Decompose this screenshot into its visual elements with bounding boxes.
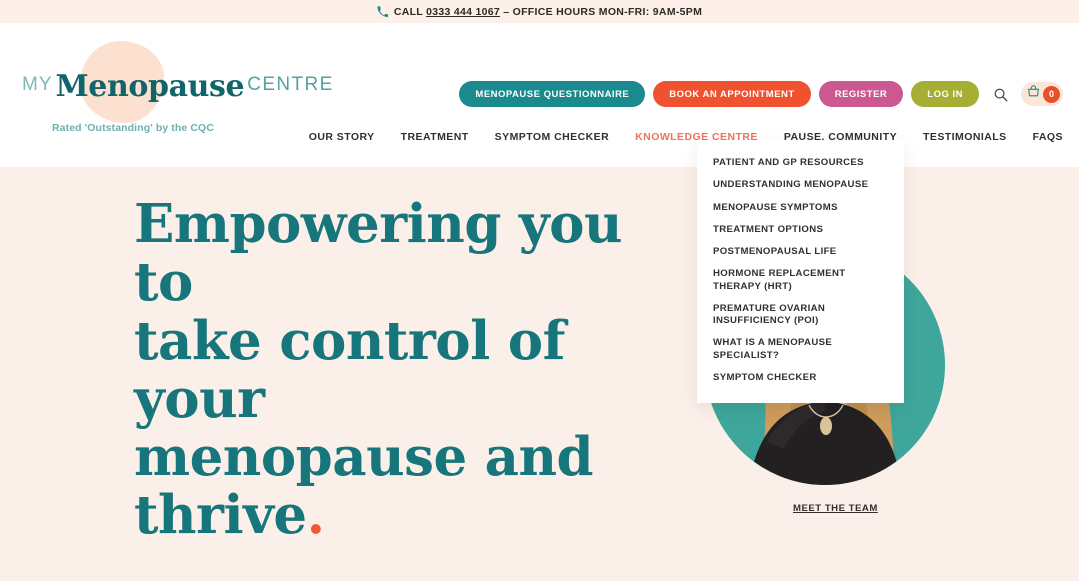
- cart-count-badge: 0: [1043, 85, 1060, 103]
- logo-word-my: MY: [22, 74, 53, 95]
- logo-word-menopause: Menopause: [55, 69, 245, 104]
- dropdown-item-patient-and-gp-resources[interactable]: PATIENT AND GP RESOURCES: [697, 152, 904, 174]
- page-title: Empowering you to take control of your m…: [134, 195, 654, 545]
- register-button[interactable]: REGISTER: [818, 81, 904, 107]
- phone-link[interactable]: 0333 444 1067: [426, 6, 500, 18]
- dropdown-item-what-is-a-menopause-specialist[interactable]: WHAT IS A MENOPAUSE SPECIALIST?: [697, 332, 904, 367]
- main-navigation: OUR STORY TREATMENT SYMPTOM CHECKER KNOW…: [309, 131, 1063, 143]
- dropdown-item-menopause-symptoms[interactable]: MENOPAUSE SYMPTOMS: [697, 197, 904, 219]
- nav-item-testimonials[interactable]: TESTIMONIALS: [923, 131, 1007, 143]
- dropdown-item-premature-ovarian-insufficiency[interactable]: PREMATURE OVARIAN INSUFFICIENCY (POI): [697, 298, 904, 333]
- logo-word-centre: CENTRE: [247, 74, 334, 95]
- dropdown-item-symptom-checker[interactable]: SYMPTOM CHECKER: [697, 367, 904, 389]
- header-actions: MENOPAUSE QUESTIONNAIRE BOOK AN APPOINTM…: [459, 81, 1063, 107]
- dropdown-item-postmenopausal-life[interactable]: POSTMENOPAUSAL LIFE: [697, 241, 904, 263]
- announcement-text: CALL 0333 444 1067 – OFFICE HOURS MON-FR…: [394, 6, 702, 18]
- dropdown-item-understanding-menopause[interactable]: UNDERSTANDING MENOPAUSE: [697, 174, 904, 196]
- dropdown-item-treatment-options[interactable]: TREATMENT OPTIONS: [697, 219, 904, 241]
- phone-icon: [377, 6, 388, 17]
- logo-text: MY Menopause CENTRE: [22, 69, 334, 104]
- headline-line-3: menopause and thrive: [134, 426, 594, 547]
- headline-line-2: take control of your: [134, 309, 565, 430]
- menopause-questionnaire-button[interactable]: MENOPAUSE QUESTIONNAIRE: [459, 81, 646, 107]
- nav-item-faqs[interactable]: FAQS: [1033, 131, 1063, 143]
- site-logo[interactable]: MY Menopause CENTRE Rated 'Outstanding' by…: [22, 41, 332, 151]
- shopping-basket-icon: [1027, 85, 1040, 103]
- dropdown-item-hormone-replacement-therapy[interactable]: HORMONE REPLACEMENT THERAPY (HRT): [697, 263, 904, 298]
- nav-item-treatment[interactable]: TREATMENT: [401, 131, 469, 143]
- headline-line-1: Empowering you to: [134, 193, 623, 314]
- call-prefix: CALL: [393, 5, 427, 18]
- announcement-bar: CALL 0333 444 1067 – OFFICE HOURS MON-FR…: [0, 0, 1079, 23]
- cart-button[interactable]: 0: [1021, 82, 1063, 106]
- meet-the-team-link[interactable]: MEET THE TEAM: [793, 503, 878, 514]
- headline-period: .: [306, 484, 325, 547]
- knowledge-centre-dropdown: PATIENT AND GP RESOURCES UNDERSTANDING M…: [697, 140, 904, 404]
- hero-section: Empowering you to take control of your m…: [0, 167, 1079, 581]
- book-appointment-button[interactable]: BOOK AN APPOINTMENT: [653, 81, 811, 107]
- login-button[interactable]: LOG IN: [911, 81, 979, 107]
- search-icon[interactable]: [987, 81, 1013, 107]
- site-header: MY Menopause CENTRE Rated 'Outstanding' by…: [0, 23, 1079, 167]
- office-hours: – OFFICE HOURS MON-FRI: 9AM-5PM: [500, 5, 703, 18]
- nav-item-symptom-checker[interactable]: SYMPTOM CHECKER: [495, 131, 609, 143]
- logo-tagline: Rated 'Outstanding' by the CQC: [52, 122, 214, 134]
- hero-content: Empowering you to take control of your m…: [134, 195, 654, 581]
- nav-item-our-story[interactable]: OUR STORY: [309, 131, 375, 143]
